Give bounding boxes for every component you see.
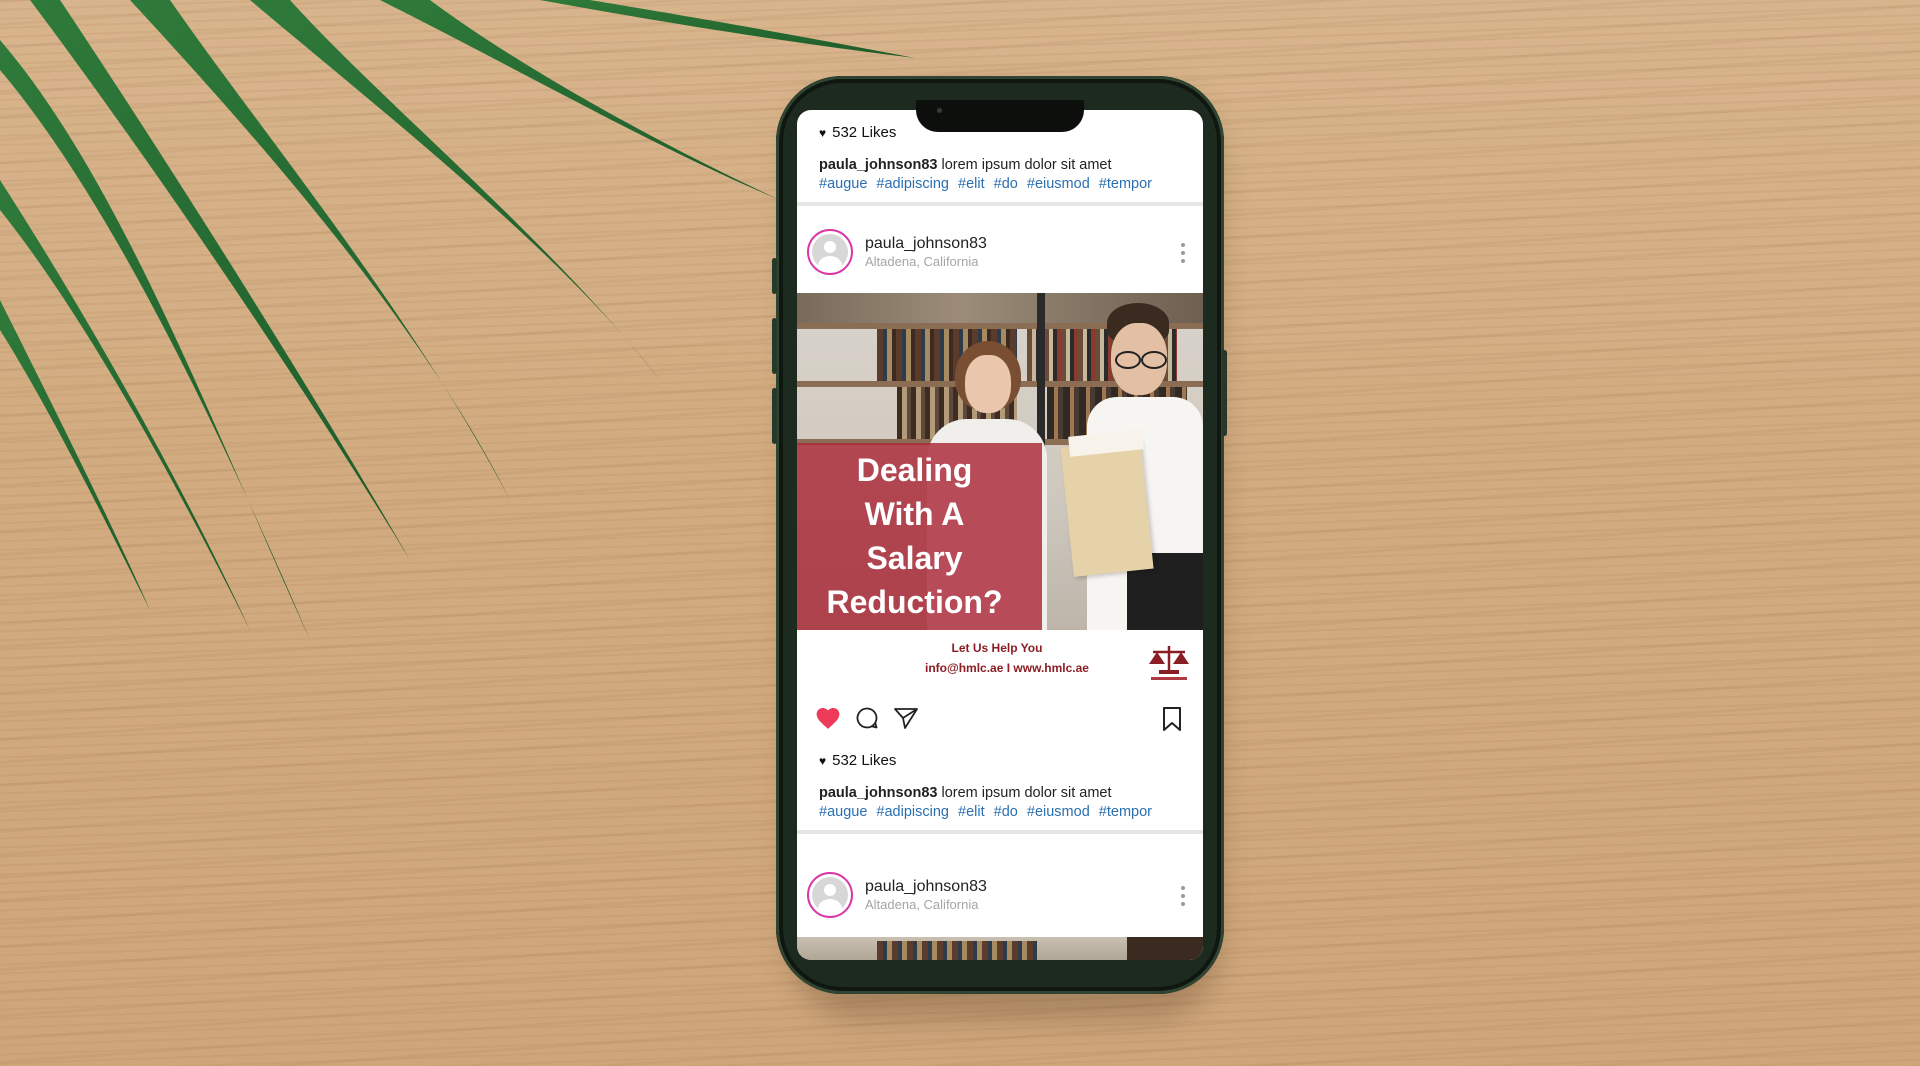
hashtag-link[interactable]: #tempor [1099,176,1152,192]
hashtag-link[interactable]: #adipiscing [876,804,949,820]
hashtag-link[interactable]: #elit [958,804,985,820]
post-actions [797,702,1203,742]
phone-volume-button [772,388,777,444]
hashtags: #augue #adipiscing #elit #do #eiusmod #t… [819,803,1199,822]
send-icon[interactable] [893,706,919,730]
hashtag-link[interactable]: #tempor [1099,804,1152,820]
banner-contact: info@hmlc.ae I www.hmlc.ae [925,661,1089,675]
comment-icon[interactable] [855,706,879,730]
post-image[interactable]: Dealing With A Salary Reduction? [797,293,1203,630]
image-banner: Let Us Help You info@hmlc.ae I www.hmlc.… [797,630,1203,694]
post-username[interactable]: paula_johnson83 [865,235,987,253]
heart-icon: ♥ [819,753,827,768]
avatar[interactable] [807,872,853,918]
scales-logo-icon [1149,646,1189,680]
more-vertical-icon[interactable] [1181,243,1185,263]
post-divider [797,830,1203,834]
likes-count[interactable]: ♥ 532 Likes [819,752,896,769]
hashtag-link[interactable]: #augue [819,804,867,820]
avatar[interactable] [807,229,853,275]
phone-volume-button [772,318,777,374]
image-headline: Dealing With A Salary Reduction? [807,448,1022,624]
headline-line: With A [864,496,965,532]
likes-count[interactable]: ♥ 532 Likes [819,124,896,141]
likes-label: 532 Likes [832,752,897,769]
likes-label: 532 Likes [832,124,897,141]
headline-line: Reduction? [826,584,1003,620]
more-vertical-icon[interactable] [1181,886,1185,906]
user-placeholder-icon [812,877,848,913]
caption-username[interactable]: paula_johnson83 [819,157,937,173]
hashtag-link[interactable]: #eiusmod [1027,176,1090,192]
front-camera [937,108,942,113]
phone-power-button [1222,350,1227,436]
heart-icon[interactable] [815,706,841,730]
hashtag-link[interactable]: #do [994,176,1018,192]
post-divider [797,202,1203,206]
caption-text: lorem ipsum dolor sit amet [937,157,1112,173]
post-image[interactable] [797,937,1203,960]
hashtag-link[interactable]: #augue [819,176,867,192]
post-location[interactable]: Altadena, California [865,897,978,912]
bookmark-icon[interactable] [1161,706,1183,732]
post-caption: paula_johnson83 lorem ipsum dolor sit am… [819,784,1189,803]
post-header: paula_johnson83 Altadena, California [797,864,1203,926]
phone-volume-button [772,258,777,294]
user-placeholder-icon [812,234,848,270]
hashtag-link[interactable]: #elit [958,176,985,192]
hashtag-link[interactable]: #eiusmod [1027,804,1090,820]
phone-notch [916,100,1084,132]
instagram-feed-screen[interactable]: ♥ 532 Likes paula_johnson83 lorem ipsum … [797,110,1203,960]
banner-tagline: Let Us Help You [951,641,1043,655]
hashtag-link[interactable]: #adipiscing [876,176,949,192]
caption-username[interactable]: paula_johnson83 [819,785,937,801]
headline-line: Dealing [856,452,973,488]
heart-icon: ♥ [819,125,827,140]
post-location[interactable]: Altadena, California [865,254,978,269]
post-header: paula_johnson83 Altadena, California [797,221,1203,283]
hashtag-link[interactable]: #do [994,804,1018,820]
post-username[interactable]: paula_johnson83 [865,878,987,896]
caption-text: lorem ipsum dolor sit amet [937,785,1112,801]
hashtags: #augue #adipiscing #elit #do #eiusmod #t… [819,175,1199,194]
post-caption: paula_johnson83 lorem ipsum dolor sit am… [819,156,1189,175]
headline-line: Salary [866,540,963,576]
